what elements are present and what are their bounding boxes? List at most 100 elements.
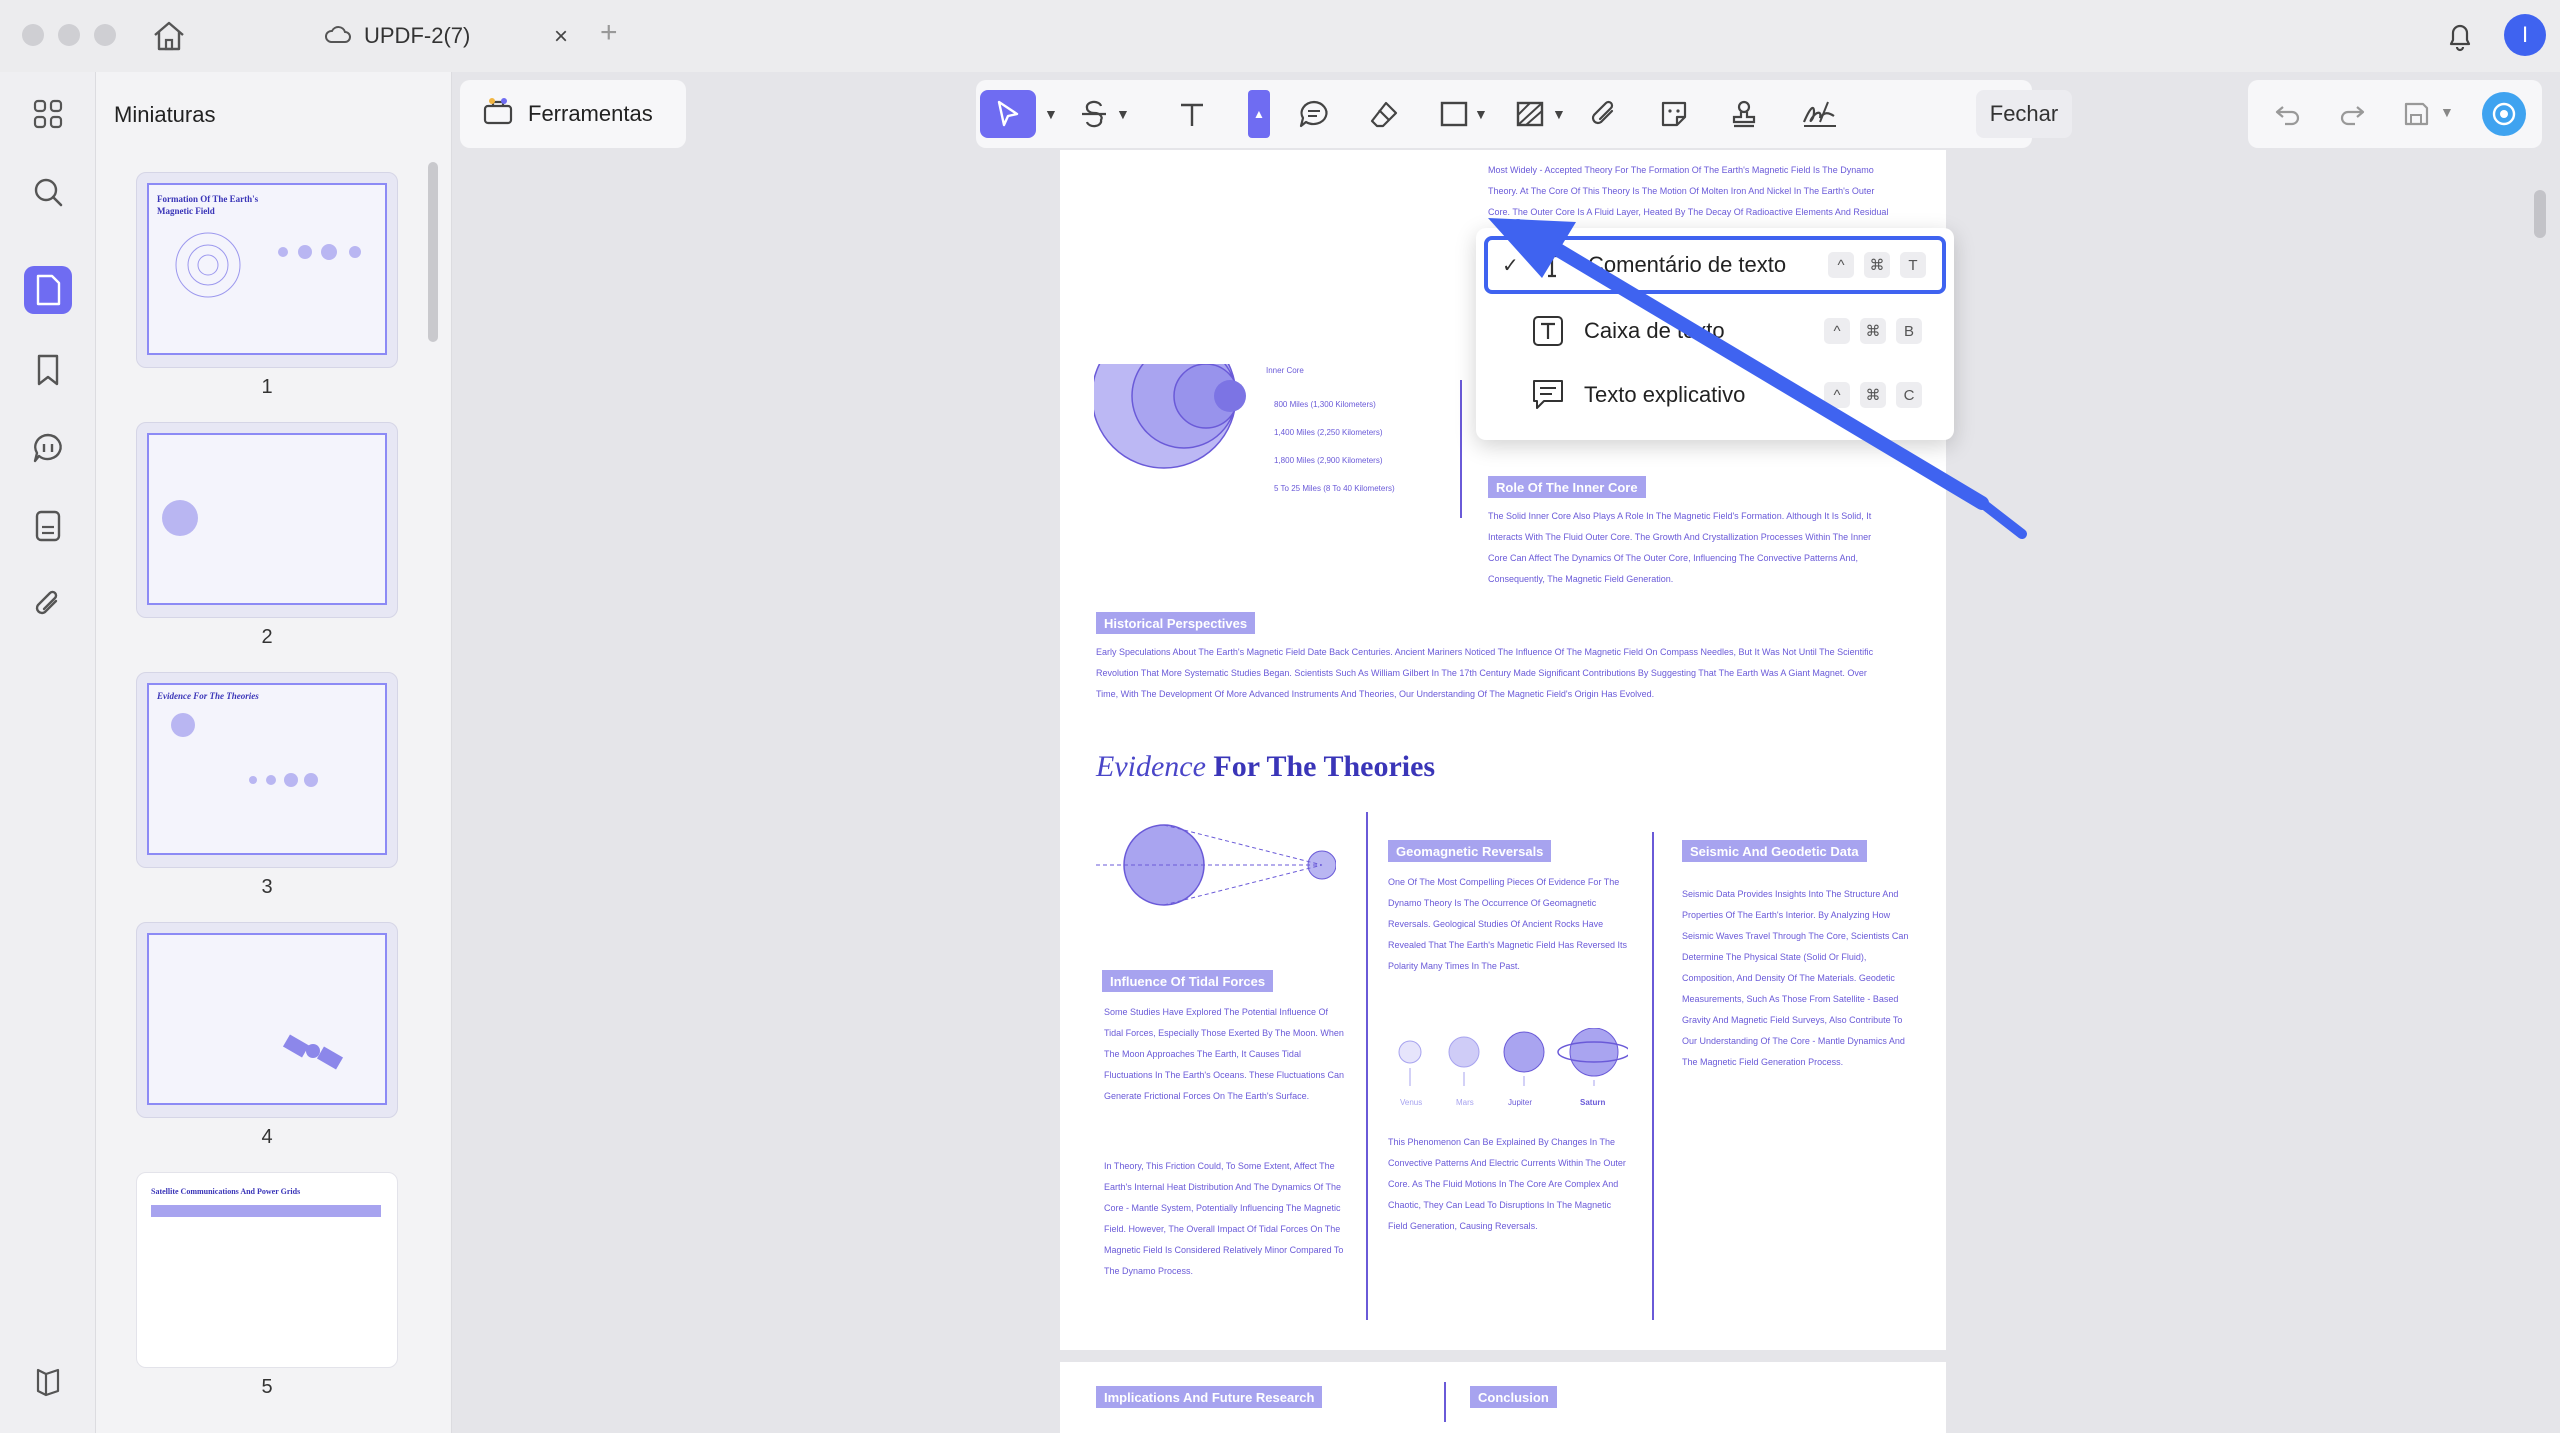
section-heading: Geomagnetic Reversals <box>1388 840 1552 862</box>
left-rail <box>0 72 96 1433</box>
menu-item-text-box[interactable]: Caixa de texto ^ ⌘ B <box>1484 302 1946 360</box>
toolbox-icon <box>482 95 514 133</box>
shortcut-key: ^ <box>1824 382 1850 408</box>
thumbnail-number: 5 <box>261 1376 273 1398</box>
thumbnail-number: 2 <box>261 626 273 648</box>
tidal-paragraph-2: In Theory, This Friction Could, To Some … <box>1104 1161 1344 1276</box>
thumbnail-number: 4 <box>261 1126 273 1148</box>
grid-icon[interactable] <box>24 90 72 138</box>
chevron-down-icon[interactable]: ▼ <box>1474 106 1488 122</box>
tools-label: Ferramentas <box>528 101 653 126</box>
tools-button[interactable]: Ferramentas <box>460 80 686 148</box>
chevron-down-icon[interactable]: ▼ <box>1552 106 1566 122</box>
thumbnail-page-4[interactable] <box>136 922 398 1118</box>
area-highlight-icon[interactable] <box>1510 94 1550 134</box>
save-icon[interactable] <box>2398 96 2434 132</box>
shortcut-key: T <box>1900 252 1926 278</box>
document-scrollbar[interactable] <box>2534 190 2546 238</box>
section-heading: Historical Perspectives <box>1096 612 1256 634</box>
geomagnetic-paragraph-2: This Phenomenon Can Be Explained By Chan… <box>1388 1137 1626 1231</box>
cursor-icon[interactable] <box>988 94 1028 134</box>
bell-icon[interactable] <box>2442 18 2478 54</box>
check-icon: ✓ <box>1502 254 1519 277</box>
home-icon[interactable] <box>150 18 188 54</box>
avatar[interactable]: I <box>2504 14 2546 56</box>
pdf-page-2: Evidence For The Theories Influence Of T… <box>1060 722 1946 1350</box>
thumbnail-number: 3 <box>261 876 273 898</box>
text-tool-dropdown-caret[interactable]: ▲ <box>1248 90 1270 138</box>
window-minimize-button[interactable] <box>58 24 80 46</box>
comment-note-icon[interactable] <box>1294 94 1334 134</box>
shortcut-key: ⌘ <box>1860 382 1886 408</box>
seismic-paragraph: Seismic Data Provides Insights Into The … <box>1682 889 1909 1067</box>
annotation-toolbar: ▼ ▼ ▲ ▼ ▼ Fechar <box>976 80 2072 148</box>
tab-title: UPDF-2(7) <box>364 23 471 48</box>
document-tab[interactable]: UPDF-2(7) × <box>310 12 580 60</box>
eraser-icon[interactable] <box>1364 94 1404 134</box>
column-divider <box>1366 812 1368 1320</box>
attachment-icon[interactable] <box>1584 94 1624 134</box>
signature-icon[interactable] <box>1800 94 1840 134</box>
menu-item-text-comment[interactable]: ✓ Comentário de texto ^ ⌘ T <box>1484 236 1946 294</box>
form-icon[interactable] <box>24 502 72 550</box>
page-title: Evidence For The Theories <box>1096 750 1436 783</box>
section-heading: Seismic And Geodetic Data <box>1682 840 1867 862</box>
redo-icon[interactable] <box>2334 96 2370 132</box>
search-icon[interactable] <box>24 168 72 216</box>
column-divider <box>1460 380 1462 518</box>
shortcut-key: ⌘ <box>1860 318 1886 344</box>
thumbnail-page-1[interactable]: Formation Of The Earth's Magnetic Field <box>136 172 398 368</box>
chevron-down-icon[interactable]: ▼ <box>1044 106 1058 122</box>
window-zoom-button[interactable] <box>94 24 116 46</box>
tidal-forces-diagram <box>1096 824 1336 906</box>
thumbnail-planets <box>249 773 318 787</box>
strikethrough-icon[interactable] <box>1074 94 1114 134</box>
tab-close-icon[interactable]: × <box>554 23 568 51</box>
thumbnails-icon[interactable] <box>24 266 72 314</box>
thumbnail-table-header <box>151 1205 381 1217</box>
close-button[interactable]: Fechar <box>1976 90 2072 138</box>
thumbnail-page-2[interactable] <box>136 422 398 618</box>
planet-label: Mars <box>1456 1098 1474 1107</box>
comment-icon[interactable] <box>24 424 72 472</box>
thumbnail-page-3[interactable]: Evidence For The Theories <box>136 672 398 868</box>
shortcut-key: C <box>1896 382 1922 408</box>
historical-paragraph: Early Speculations About The Earth's Mag… <box>1096 647 1874 699</box>
thumbnail-number: 1 <box>261 376 273 398</box>
planet-label: Saturn <box>1580 1098 1606 1107</box>
thumbnail-diagram <box>162 500 198 536</box>
thumbnails-scrollbar[interactable] <box>428 162 438 342</box>
thumbnail-satellite <box>282 1034 344 1070</box>
stamp-icon[interactable] <box>1724 94 1764 134</box>
bookmark-icon[interactable] <box>24 346 72 394</box>
diagram-label: 1,800 Miles (2,900 Kilometers) <box>1274 456 1383 465</box>
section-heading: Conclusion <box>1470 1386 1557 1408</box>
text-tool-icon[interactable] <box>1172 94 1212 134</box>
new-tab-button[interactable]: + <box>600 16 618 50</box>
thumbnail-title: Satellite Communications And Power Grids <box>151 1187 301 1196</box>
ai-assistant-icon[interactable] <box>2482 92 2526 136</box>
menu-item-callout[interactable]: Texto explicativo ^ ⌘ C <box>1484 366 1946 424</box>
window-close-button[interactable] <box>22 24 44 46</box>
chevron-down-icon[interactable]: ▼ <box>2440 104 2454 120</box>
sticker-icon[interactable] <box>1654 94 1694 134</box>
earth-layers-diagram <box>1094 364 1246 469</box>
section-heading: Role Of The Inner Core <box>1488 476 1646 498</box>
shortcut-key: ⌘ <box>1864 252 1890 278</box>
menu-item-label: Comentário de texto <box>1588 252 1787 277</box>
chevron-down-icon[interactable]: ▼ <box>1116 106 1130 122</box>
thumbnails-panel: Miniaturas Formation Of The Earth's Magn… <box>96 72 452 1433</box>
cloud-icon <box>324 23 352 50</box>
thumbnail-page-5[interactable]: Satellite Communications And Power Grids <box>136 1172 398 1368</box>
text-comment-icon <box>1534 247 1570 283</box>
undo-icon[interactable] <box>2270 96 2306 132</box>
thumbnail-title: Formation Of The Earth's Magnetic Field <box>157 194 259 216</box>
rectangle-icon[interactable] <box>1434 94 1474 134</box>
title-bar: UPDF-2(7) × + I <box>0 0 2560 72</box>
inner-core-paragraph: The Solid Inner Core Also Plays A Role I… <box>1488 511 1872 584</box>
thumbnail-planets <box>278 244 361 260</box>
diagram-label: Inner Core <box>1266 366 1304 375</box>
attachment-icon[interactable] <box>24 580 72 628</box>
layers-icon[interactable] <box>24 1358 72 1406</box>
section-heading: Influence Of Tidal Forces <box>1102 970 1274 992</box>
